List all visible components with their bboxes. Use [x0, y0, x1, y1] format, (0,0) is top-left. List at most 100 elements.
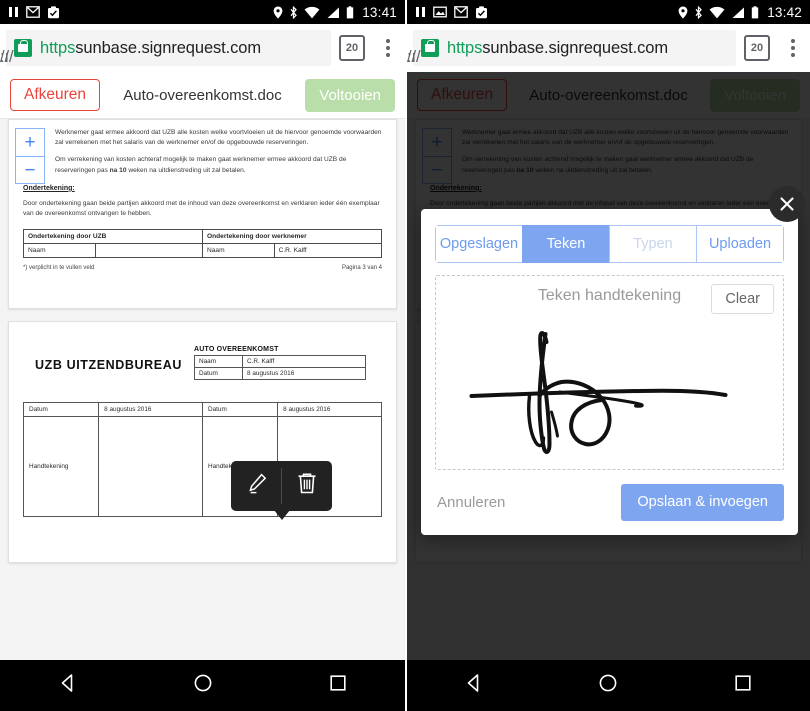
meta-table: Naam C.R. Kalff Datum 8 augustus 2016 [194, 355, 366, 380]
cell-naam-value-right: C.R. Kalff [273, 242, 383, 258]
tab-uploaden[interactable]: Uploaden [696, 225, 784, 263]
android-nav-bar-left [0, 660, 405, 711]
table-row: Ondertekening door UZB Ondertekening doo… [23, 228, 383, 244]
save-and-insert-button[interactable]: Opslaan & invoegen [621, 484, 784, 521]
cell-header-uzb: Ondertekening door UZB [23, 228, 203, 244]
url-scheme: https [447, 38, 483, 57]
home-icon[interactable] [597, 672, 619, 699]
tab-teken[interactable]: Teken [522, 225, 609, 263]
close-icon[interactable] [769, 186, 805, 222]
browser-toolbar-left: https://sunbase.signrequest.com/ı 20 [0, 24, 405, 72]
tab-count-button[interactable]: 20 [744, 35, 770, 61]
footer-note: *) verplicht in te vullen veld [23, 264, 95, 271]
wifi-icon [304, 6, 320, 19]
cell-naam-value-left [94, 242, 203, 258]
signature-action-tooltip [231, 461, 332, 520]
zoom-out-button[interactable]: − [15, 156, 45, 184]
bluetooth-icon [289, 5, 298, 19]
gmail-icon [454, 6, 468, 18]
clipboard-check-icon [47, 5, 60, 19]
document-scroll-area[interactable]: + − Werknemer gaat ermee akkoord dat UZB… [0, 119, 405, 660]
cancel-button[interactable]: Annuleren [435, 486, 507, 519]
signal-icon [326, 6, 340, 19]
page3-paragraph-2: Om verrekening van kosten achteraf mogel… [55, 155, 386, 175]
status-bar-right: 13:42 [407, 0, 810, 24]
home-icon[interactable] [192, 672, 214, 699]
location-icon [678, 6, 688, 19]
android-nav-bar-right [407, 660, 810, 711]
cell-handtekening-label-left: Handtekening [22, 416, 100, 517]
signature-field-left[interactable] [98, 416, 203, 517]
location-icon [273, 6, 283, 19]
status-icons-right: 13:41 [273, 5, 397, 20]
url-text: https://sunbase.signrequest.com/ı [0, 38, 262, 67]
edit-signature-button[interactable] [231, 461, 281, 511]
section-heading-ondertekening: Ondertekening: [23, 184, 75, 192]
trash-icon [295, 471, 319, 501]
pause-icon [415, 6, 426, 18]
page3-footer: *) verplicht in te vullen veld Pagina 3 … [23, 265, 382, 271]
right-phone-screen: 13:42 https://sunbase.signrequest.com/ı … [405, 0, 810, 711]
meta-label-naam: Naam [194, 355, 243, 368]
page3-paragraph-1: Werknemer gaat ermee akkoord dat UZB all… [55, 129, 382, 147]
document-page-3: + − Werknemer gaat ermee akkoord dat UZB… [8, 119, 397, 309]
back-icon[interactable] [57, 672, 79, 699]
document-page-4: UZB UITZENDBUREAU AUTO OVEREENKOMST Naam… [8, 321, 397, 563]
pause-icon [8, 6, 19, 18]
url-host: sunbase.signrequest.com [75, 38, 262, 57]
address-bar[interactable]: https://sunbase.signrequest.com/ı [407, 30, 736, 67]
signal-icon [731, 6, 745, 19]
table-row: Naam C.R. Kalff [194, 355, 366, 368]
zoom-controls: + − [15, 128, 45, 184]
signature-canvas[interactable]: Teken handtekening Clear [435, 275, 784, 470]
delete-signature-button[interactable] [282, 461, 332, 511]
app-header-left: Afkeuren Auto-overeenkomst.doc Voltooien [0, 72, 405, 119]
document-kind-label: AUTO OVEREENKOMST [194, 346, 279, 353]
signature-name-table: Ondertekening door UZB Ondertekening doo… [23, 228, 383, 258]
table-row: Naam Naam C.R. Kalff [23, 242, 383, 258]
pencil-icon [244, 471, 269, 501]
reject-button[interactable]: Afkeuren [10, 79, 101, 111]
page-number: Pagina 3 van 4 [341, 264, 382, 271]
tab-count-button[interactable]: 20 [339, 35, 365, 61]
status-bar-clock: 13:42 [767, 4, 802, 20]
kebab-menu-icon[interactable] [782, 39, 804, 57]
signature-modal: Opgeslagen Teken Typen Uploaden Teken ha… [421, 209, 798, 535]
meta-label-datum: Datum [194, 367, 243, 380]
cell-header-werknemer: Ondertekening door werknemer [201, 228, 383, 244]
left-phone-screen: 13:41 https://sunbase.signrequest.com/ı … [0, 0, 405, 711]
url-scheme: https [40, 38, 76, 57]
page3-paragraph-3: Door ondertekening gaan beide partijen a… [23, 199, 380, 218]
tab-typen[interactable]: Typen [609, 225, 696, 263]
kebab-menu-icon[interactable] [377, 39, 399, 57]
bluetooth-icon [694, 5, 703, 19]
p2-bold: na 10 [109, 166, 127, 174]
gmail-icon [26, 6, 40, 18]
recents-icon[interactable] [732, 672, 754, 699]
meta-value-naam: C.R. Kalff [242, 355, 366, 368]
table-row: Datum 8 augustus 2016 [194, 367, 366, 380]
url-text: https://sunbase.signrequest.com/ı [407, 38, 669, 67]
cell-datum-value-left: 8 augustus 2016 [98, 402, 203, 417]
clipboard-check-icon [475, 5, 488, 19]
battery-icon [751, 5, 759, 19]
wifi-icon [709, 6, 725, 19]
address-bar[interactable]: https://sunbase.signrequest.com/ı [0, 30, 331, 67]
cell-naam-label-left: Naam [23, 242, 96, 258]
cell-datum-label-right: Datum [201, 402, 279, 417]
zoom-in-button[interactable]: + [15, 128, 45, 156]
cell-datum-label-left: Datum [22, 402, 100, 417]
complete-button[interactable]: Voltooien [305, 78, 395, 112]
url-host: sunbase.signrequest.com [482, 38, 669, 57]
p2-c: weken na uitdienstreding uit zal betalen… [126, 166, 246, 174]
lock-icon [14, 39, 32, 57]
status-icons-left [8, 5, 60, 19]
page4-meta-box: AUTO OVEREENKOMST Naam C.R. Kalff Datum … [194, 346, 366, 380]
recents-icon[interactable] [327, 672, 349, 699]
status-bar-left: 13:41 [0, 0, 405, 24]
back-icon[interactable] [463, 672, 485, 699]
tab-opgeslagen[interactable]: Opgeslagen [435, 225, 522, 263]
lock-icon [421, 39, 439, 57]
company-name: UZB UITZENDBUREAU [35, 358, 182, 372]
battery-icon [346, 5, 354, 19]
